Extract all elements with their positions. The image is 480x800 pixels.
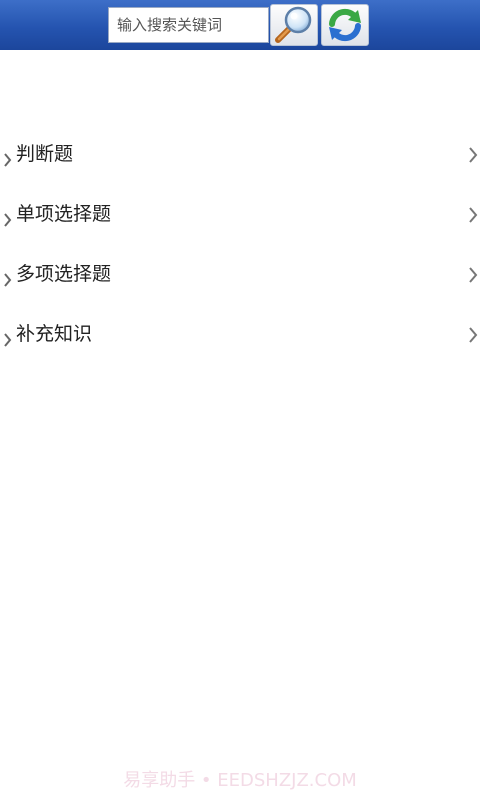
watermark: 易享助手 • EEDSHZJZ.COM [123,770,357,791]
refresh-icon [329,8,361,42]
chevron-right-icon [469,267,478,283]
category-menu: 判断题 单项选择题 多项选择题 补充知识 [0,126,480,366]
search-button[interactable] [270,4,318,46]
menu-item-supplementary-knowledge[interactable]: 补充知识 [0,306,480,366]
chevron-right-icon [469,147,478,163]
menu-item-label: 判断题 [16,143,74,165]
top-bar [0,0,480,50]
refresh-button[interactable] [321,4,369,46]
chevron-right-icon [469,207,478,223]
menu-item-label: 补充知识 [16,323,93,345]
chevron-right-small-icon [4,213,12,227]
chevron-right-small-icon [4,153,12,167]
search-input[interactable] [108,7,269,43]
chevron-right-icon [469,327,478,343]
chevron-right-small-icon [4,333,12,347]
magnifier-icon [275,6,312,43]
menu-item-label: 单项选择题 [16,203,112,225]
chevron-right-small-icon [4,273,12,287]
menu-item-multiple-choice[interactable]: 多项选择题 [0,246,480,306]
menu-item-true-false[interactable]: 判断题 [0,126,480,186]
menu-item-single-choice[interactable]: 单项选择题 [0,186,480,246]
menu-item-label: 多项选择题 [16,263,112,285]
